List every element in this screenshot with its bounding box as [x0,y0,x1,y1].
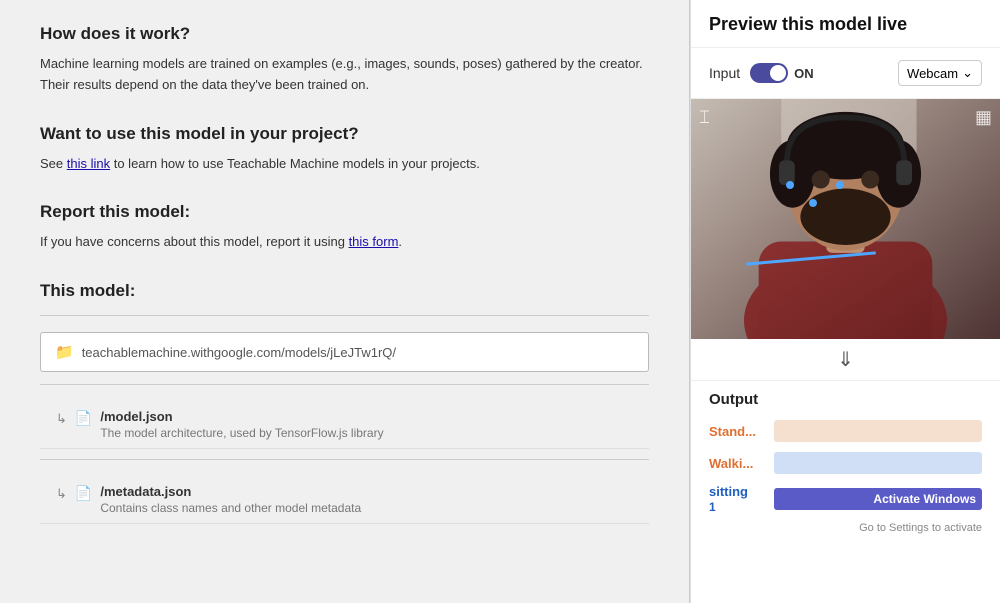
this-form-link[interactable]: this form [349,234,399,249]
crop-icon[interactable]: ⌶ [699,107,710,128]
webcam-feed: ⌶ ▦ [691,99,1000,339]
how-does-it-work-section: How does it work? Machine learning model… [40,24,649,96]
left-panel: How does it work? Machine learning model… [0,0,690,603]
report-model-title: Report this model: [40,202,649,222]
file-name-model-json: /model.json [100,409,383,424]
file-desc-model-json: The model architecture, used by TensorFl… [100,426,383,440]
output-section: Output Stand... Walki... sitting1 Activa… [691,381,1000,603]
output-label-stand: Stand... [709,424,764,439]
use-in-project-title: Want to use this model in your project? [40,124,649,144]
this-model-title: This model: [40,281,649,301]
eye-dot-left [786,181,794,189]
folder-icon: 📁 [55,343,74,361]
file-name-metadata-json: /metadata.json [100,484,361,499]
divider-2 [40,384,649,385]
face-line [746,251,876,265]
preview-title: Preview this model live [709,14,982,35]
webcam-label: Webcam [907,66,958,81]
arrow-icon-1: ↳ [56,411,67,427]
right-header: Preview this model live [691,0,1000,48]
split-view-icon[interactable]: ▦ [975,107,992,128]
model-url-text: teachablemachine.withgoogle.com/models/j… [82,345,396,360]
file-row-metadata-json: ↳ 📄 /metadata.json Contains class names … [40,476,649,524]
down-arrow-icon: ⇓ [837,349,854,371]
output-label-walki: Walki... [709,456,764,471]
this-model-section: This model: 📁 teachablemachine.withgoogl… [40,281,649,524]
this-link[interactable]: this link [67,156,110,171]
file-info-model-json: /model.json The model architecture, used… [100,409,383,440]
activate-windows-btn: Activate Windows [873,492,976,506]
report-suffix: . [398,234,402,249]
file-icon-2: 📄 [75,485,92,502]
use-in-project-prefix: See [40,156,67,171]
output-row-walki: Walki... [709,452,982,474]
output-row-stand: Stand... [709,420,982,442]
down-arrow-container: ⇓ [691,339,1000,381]
right-panel: Preview this model live Input ON Webcam … [690,0,1000,603]
output-bar-sitting: Activate Windows [774,488,982,510]
file-icon-1: 📄 [75,410,92,427]
output-row-sitting: sitting1 Activate Windows [709,484,982,514]
output-bar-stand [774,420,982,442]
file-row-model-json: ↳ 📄 /model.json The model architecture, … [40,401,649,449]
use-in-project-section: Want to use this model in your project? … [40,124,649,175]
divider-1 [40,315,649,316]
file-info-metadata-json: /metadata.json Contains class names and … [100,484,361,515]
output-bar-walki [774,452,982,474]
face-detection-overlay [691,99,1000,339]
arrow-icon-2: ↳ [56,486,67,502]
toggle-container[interactable]: ON [750,63,814,83]
model-url-box: 📁 teachablemachine.withgoogle.com/models… [40,332,649,372]
use-in-project-suffix: to learn how to use Teachable Machine mo… [110,156,480,171]
nose-dot [809,199,817,207]
input-toggle[interactable] [750,63,788,83]
report-model-section: Report this model: If you have concerns … [40,202,649,253]
how-does-it-work-body: Machine learning models are trained on e… [40,54,649,96]
input-label: Input [709,65,740,81]
webcam-dropdown[interactable]: Webcam ⌄ [898,60,982,86]
input-row: Input ON Webcam ⌄ [691,48,1000,99]
toggle-knob [770,65,786,81]
output-title: Output [709,391,982,408]
toggle-on-label: ON [794,66,814,81]
divider-3 [40,459,649,460]
output-label-sitting: sitting1 [709,484,764,514]
eye-dot-right [836,181,844,189]
webcam-image [691,99,1000,339]
report-prefix: If you have concerns about this model, r… [40,234,349,249]
chevron-down-icon: ⌄ [962,65,973,81]
how-does-it-work-title: How does it work? [40,24,649,44]
use-in-project-body: See this link to learn how to use Teacha… [40,154,649,175]
activate-windows-text: Go to Settings to activate [709,522,982,534]
report-model-body: If you have concerns about this model, r… [40,232,649,253]
file-desc-metadata-json: Contains class names and other model met… [100,501,361,515]
